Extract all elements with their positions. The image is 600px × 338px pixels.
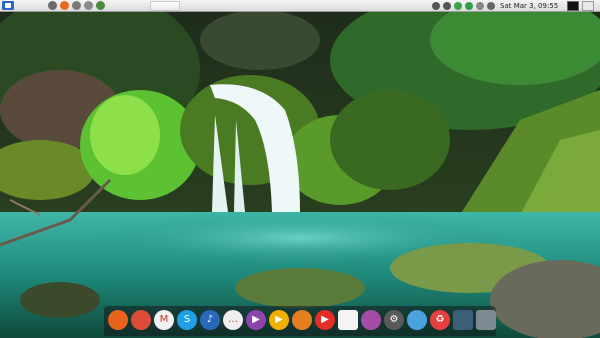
chrome-icon[interactable] <box>131 310 151 330</box>
clock-icon[interactable] <box>292 310 312 330</box>
panel-clock[interactable]: Sat Mar 3, 09:55 <box>500 0 558 12</box>
power-icon[interactable] <box>487 2 495 10</box>
window-button[interactable] <box>150 1 180 11</box>
media-glyph: ▶ <box>275 314 283 325</box>
photo-icon[interactable] <box>96 1 105 10</box>
music-player-glyph: ♪ <box>206 314 214 325</box>
text-editor-icon[interactable] <box>338 310 358 330</box>
firefox-icon[interactable] <box>60 1 69 10</box>
workspace-1-button[interactable] <box>567 1 579 11</box>
settings-icon[interactable] <box>72 1 81 10</box>
gmail-icon[interactable]: M <box>154 310 174 330</box>
music-player-icon[interactable]: ♪ <box>200 310 220 330</box>
trash-icon[interactable] <box>476 310 496 330</box>
desktop-icon[interactable] <box>48 1 57 10</box>
skype-glyph: S <box>183 314 191 325</box>
network-icon[interactable] <box>432 2 440 10</box>
battery-icon[interactable] <box>454 2 462 10</box>
update-check-icon[interactable] <box>465 2 473 10</box>
top-panel: Sat Mar 3, 09:55 <box>0 0 600 12</box>
recycle-glyph: ♻ <box>435 314 445 325</box>
applications-menu-button[interactable] <box>2 1 14 10</box>
media-icon[interactable]: ▶ <box>269 310 289 330</box>
dock: M S ♪ … ▶ ▶ ▶ ⚙ ♻ <box>104 306 496 336</box>
skype-icon[interactable]: S <box>177 310 197 330</box>
user-icon[interactable] <box>476 2 484 10</box>
video-player-glyph: ▶ <box>252 314 260 325</box>
workspace-2-button[interactable] <box>582 1 594 11</box>
volume-icon[interactable] <box>443 2 451 10</box>
firefox-icon[interactable] <box>108 310 128 330</box>
document-viewer-icon[interactable] <box>361 310 381 330</box>
desktop-wallpaper <box>0 0 600 338</box>
recycle-icon[interactable]: ♻ <box>430 310 450 330</box>
video-player-icon[interactable]: ▶ <box>246 310 266 330</box>
system-settings-glyph: ⚙ <box>389 314 399 325</box>
maps-icon[interactable] <box>407 310 427 330</box>
chat-icon[interactable]: … <box>223 310 243 330</box>
youtube-glyph: ▶ <box>321 314 329 325</box>
email-icon[interactable] <box>84 1 93 10</box>
youtube-icon[interactable]: ▶ <box>315 310 335 330</box>
gmail-glyph: M <box>159 314 169 325</box>
chat-glyph: … <box>228 314 238 325</box>
workspace-icon[interactable] <box>453 310 473 330</box>
system-settings-icon[interactable]: ⚙ <box>384 310 404 330</box>
